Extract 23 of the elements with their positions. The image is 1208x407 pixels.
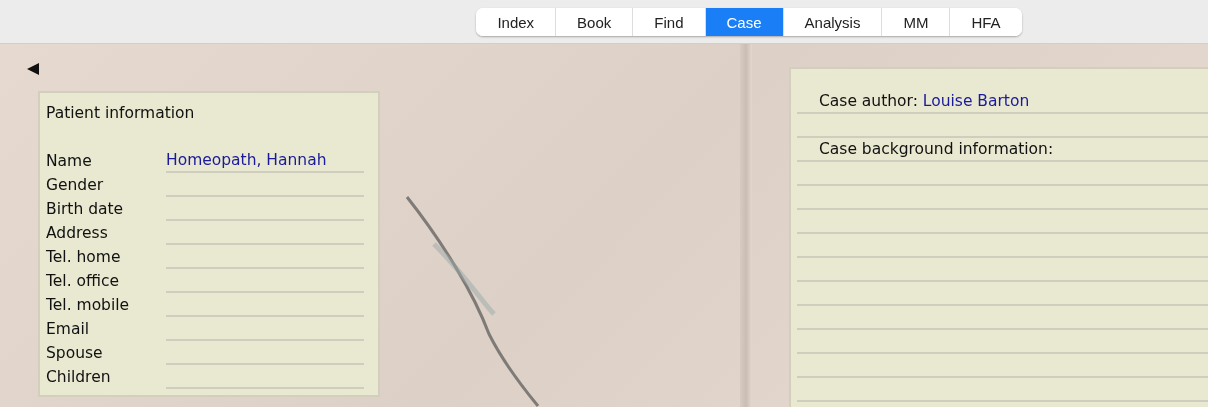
author-label: Case author: <box>819 92 918 110</box>
tab[interactable]: Find <box>633 8 706 36</box>
field-label: Tel. mobile <box>46 295 131 316</box>
field-label: Email <box>46 319 90 340</box>
field-label: Children <box>46 367 112 388</box>
back-arrow-icon[interactable] <box>26 62 40 76</box>
tab[interactable]: Index <box>476 8 557 36</box>
author-name[interactable]: Louise Barton <box>922 92 1030 110</box>
card-title: Patient information <box>46 103 196 124</box>
field-label: Tel. home <box>46 247 122 268</box>
field-label: Address <box>46 223 109 244</box>
input-field[interactable]: Homeopath, Hannah <box>166 149 364 173</box>
tab[interactable]: HFA <box>950 8 1022 36</box>
field-label: Tel. office <box>46 271 121 292</box>
background-label: Case background information: <box>819 140 1054 158</box>
field-label: Spouse <box>46 343 104 364</box>
tab[interactable]: MM <box>882 8 951 36</box>
field-label: Name <box>46 151 93 172</box>
tab[interactable]: Book <box>556 8 634 36</box>
tab[interactable]: Case <box>705 8 784 36</box>
field-label: Birth date <box>46 199 125 220</box>
field-label: Gender <box>46 175 105 196</box>
tab[interactable]: Analysis <box>783 8 883 36</box>
